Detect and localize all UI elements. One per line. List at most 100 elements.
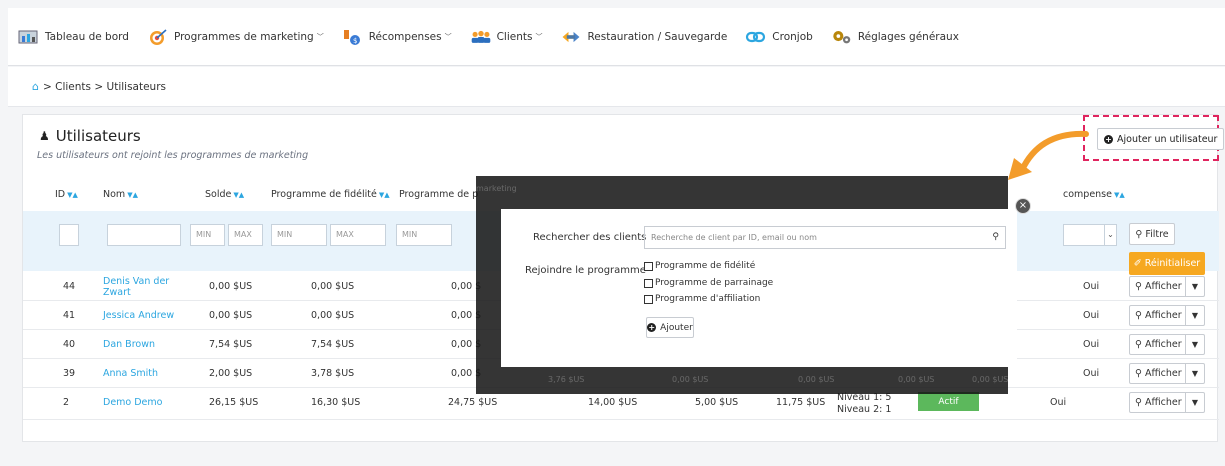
page-title: ♟ Utilisateurs bbox=[39, 127, 141, 145]
caret-down-icon[interactable]: ▼ bbox=[1186, 282, 1204, 291]
cell-id: 39 bbox=[63, 368, 76, 379]
col-nom-label: Nom bbox=[103, 189, 126, 200]
filter-button-label: Filtre bbox=[1145, 228, 1169, 240]
cell-solde: 2,00 $US bbox=[209, 368, 253, 379]
nav-marketing-label: Programmes de marketing bbox=[173, 30, 314, 43]
cell-name-link[interactable]: Denis Van der Zwart bbox=[103, 276, 183, 298]
sort-icon[interactable]: ▼▲ bbox=[127, 191, 138, 199]
plus-circle-icon: + bbox=[647, 323, 657, 332]
gears-icon bbox=[833, 30, 851, 43]
nav-dashboard-label: Tableau de bord bbox=[45, 30, 129, 43]
nav-settings[interactable]: Réglages généraux bbox=[831, 28, 959, 46]
col-id-label: ID bbox=[55, 189, 66, 200]
search-clients-input[interactable]: Recherche de client par ID, email ou nom… bbox=[644, 226, 1006, 249]
search-icon: ⚲ bbox=[1135, 228, 1143, 240]
caret-down-icon[interactable]: ▼ bbox=[1186, 369, 1204, 378]
filter-fid-max[interactable]: MAX bbox=[330, 224, 386, 246]
cell-id: 2 bbox=[63, 397, 70, 408]
filter-fid-min[interactable]: MIN bbox=[271, 224, 327, 246]
sync-icon bbox=[563, 31, 580, 42]
checkbox-referral[interactable]: Programme de parrainage bbox=[644, 278, 773, 288]
search-icon[interactable]: ⚲ bbox=[992, 227, 999, 248]
cell-name-link[interactable]: Anna Smith bbox=[103, 368, 158, 379]
show-button[interactable]: ⚲ Afficher ▼ bbox=[1129, 392, 1205, 413]
ghost-text: 0,00 $US bbox=[898, 375, 935, 384]
zoom-icon: ⚲ bbox=[1135, 368, 1142, 379]
eraser-icon: ✐ bbox=[1133, 258, 1142, 269]
add-user-modal: Rechercher des clients Recherche de clie… bbox=[501, 209, 1017, 367]
target-icon bbox=[149, 28, 167, 45]
checkbox-icon[interactable] bbox=[644, 278, 653, 288]
col-recompense[interactable]: compense ▼▲ bbox=[1063, 189, 1125, 200]
col-parrainage-label: Programme de p bbox=[399, 189, 479, 200]
cell-name-link[interactable]: Dan Brown bbox=[103, 339, 155, 350]
show-button[interactable]: ⚲ Afficher ▼ bbox=[1129, 334, 1205, 355]
modal-add-button[interactable]: + Ajouter bbox=[646, 317, 694, 338]
caret-down-icon[interactable]: ▼ bbox=[1186, 398, 1204, 407]
dashboard-icon bbox=[18, 30, 38, 43]
checkbox-icon[interactable] bbox=[644, 261, 653, 271]
sort-icon[interactable]: ▼▲ bbox=[67, 191, 78, 199]
nav-backup[interactable]: Restauration / Sauvegarde bbox=[560, 28, 727, 46]
zoom-icon: ⚲ bbox=[1135, 339, 1142, 350]
page-title-text: Utilisateurs bbox=[55, 127, 141, 145]
caret-down-icon[interactable]: ▼ bbox=[1186, 340, 1204, 349]
cell-name-link[interactable]: Demo Demo bbox=[103, 397, 162, 408]
filter-id-input[interactable] bbox=[59, 224, 79, 246]
cell-reward: Oui bbox=[1050, 397, 1067, 408]
filter-name-input[interactable] bbox=[107, 224, 181, 246]
show-button[interactable]: ⚲ Afficher ▼ bbox=[1129, 363, 1205, 384]
cell-amount: 5,00 $US bbox=[695, 397, 739, 408]
nav-cronjob[interactable]: Cronjob bbox=[745, 28, 813, 46]
checkbox-referral-label: Programme de parrainage bbox=[655, 278, 774, 288]
nav-settings-label: Réglages généraux bbox=[857, 30, 959, 43]
breadcrumb-sep: > bbox=[94, 80, 104, 93]
col-fidelite[interactable]: Programme de fidélité ▼▲ bbox=[271, 189, 390, 200]
breadcrumb: ⌂ > Clients > Utilisateurs bbox=[8, 67, 1225, 107]
nav-marketing-programs[interactable]: Programmes de marketing ﹀ bbox=[147, 28, 324, 46]
cell-fidelite: 7,54 $US bbox=[311, 339, 355, 350]
checkbox-loyalty[interactable]: Programme de fidélité bbox=[644, 261, 755, 271]
top-navigation: Tableau de bord Programmes de marketing ﹀… bbox=[8, 8, 1225, 66]
checkbox-icon[interactable] bbox=[644, 294, 653, 304]
sort-icon[interactable]: ▼▲ bbox=[1114, 191, 1125, 199]
caret-down-icon[interactable]: ▼ bbox=[1186, 311, 1204, 320]
chevron-down-icon: ﹀ bbox=[316, 32, 324, 41]
sort-icon[interactable]: ▼▲ bbox=[233, 191, 244, 199]
cell-name-link[interactable]: Jessica Andrew bbox=[103, 310, 174, 321]
col-solde[interactable]: Solde ▼▲ bbox=[205, 189, 244, 200]
add-user-label: Ajouter un utilisateur bbox=[1117, 133, 1218, 145]
col-nom[interactable]: Nom ▼▲ bbox=[103, 189, 138, 200]
col-solde-label: Solde bbox=[205, 189, 232, 200]
close-icon[interactable]: × bbox=[1015, 198, 1031, 214]
cell-id: 44 bbox=[63, 281, 76, 292]
show-button[interactable]: ⚲ Afficher ▼ bbox=[1129, 305, 1205, 326]
cell-reward: Oui bbox=[1083, 310, 1100, 321]
nav-dashboard[interactable]: Tableau de bord bbox=[18, 28, 129, 46]
filter-button[interactable]: ⚲ Filtre bbox=[1129, 223, 1175, 245]
add-user-button[interactable]: + Ajouter un utilisateur bbox=[1097, 128, 1225, 150]
add-user-highlight: + Ajouter un utilisateur bbox=[1083, 115, 1225, 161]
nav-clients-label: Clients bbox=[496, 30, 533, 43]
cell-affiliation: 14,00 $US bbox=[588, 397, 638, 408]
breadcrumb-clients[interactable]: Clients bbox=[55, 81, 91, 93]
link-icon bbox=[746, 31, 766, 42]
show-button[interactable]: ⚲ Afficher ▼ bbox=[1129, 276, 1205, 297]
nav-rewards[interactable]: $ Récompenses ﹀ bbox=[342, 28, 452, 46]
show-label: Afficher bbox=[1144, 310, 1182, 321]
col-id[interactable]: ID ▼▲ bbox=[55, 189, 78, 200]
users-icon bbox=[471, 30, 490, 43]
nav-clients[interactable]: Clients ﹀ bbox=[470, 28, 542, 46]
filter-solde-min[interactable]: MIN bbox=[190, 224, 225, 246]
filter-solde-max[interactable]: MAX bbox=[228, 224, 263, 246]
col-parrainage[interactable]: Programme de p bbox=[399, 189, 478, 200]
sort-icon[interactable]: ▼▲ bbox=[379, 191, 390, 199]
nav-cronjob-label: Cronjob bbox=[772, 30, 813, 43]
chevron-down-icon: ⌄ bbox=[1104, 225, 1116, 245]
filter-p-min[interactable]: MIN bbox=[396, 224, 452, 246]
cell-reward: Oui bbox=[1083, 339, 1100, 350]
home-icon[interactable]: ⌂ bbox=[32, 80, 39, 93]
ghost-text: marketing bbox=[476, 184, 517, 193]
filter-reward-select[interactable]: ⌄ bbox=[1063, 224, 1117, 246]
checkbox-affiliate[interactable]: Programme d'affiliation bbox=[644, 294, 760, 304]
